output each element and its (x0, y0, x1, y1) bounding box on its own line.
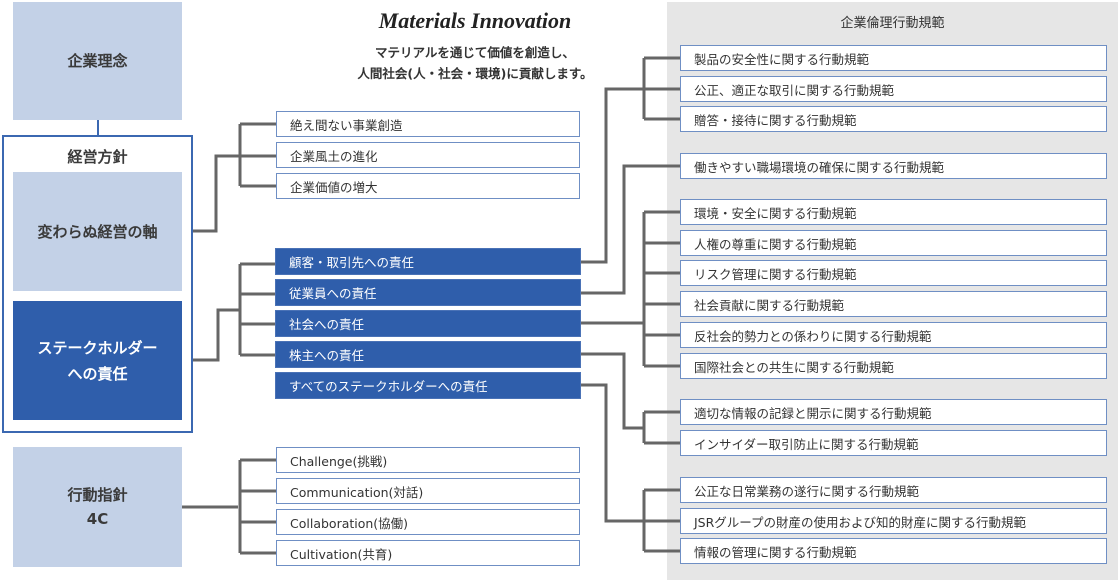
responsibility-shareholders: 株主への責任 (275, 341, 581, 368)
stakeholder-label-line1: ステークホルダー (37, 338, 158, 357)
action-guideline-box: 行動指針 4C (13, 447, 182, 567)
responsibility-society: 社会への責任 (275, 310, 581, 337)
conduct-item: 適切な情報の記録と開示に関する行動規範 (680, 399, 1107, 425)
conduct-item: 情報の管理に関する行動規範 (680, 538, 1107, 564)
conduct-item: 社会貢献に関する行動規範 (680, 291, 1107, 317)
action-guideline-line2: 4C (86, 510, 109, 528)
action-guideline-line1: 行動指針 (67, 486, 128, 504)
responsibility-customers: 顧客・取引先への責任 (275, 248, 581, 275)
conduct-item: リスク管理に関する行動規範 (680, 260, 1107, 286)
core-axis-item: 絶え間ない事業創造 (276, 111, 580, 137)
responsibility-all-stakeholders: すべてのステークホルダーへの責任 (275, 372, 581, 399)
four-c-item-collaboration: Collaboration(協働) (276, 509, 580, 535)
conduct-item: JSRグループの財産の使用および知的財産に関する行動規範 (680, 508, 1107, 534)
stakeholder-label-line2: への責任 (67, 364, 128, 383)
corporate-philosophy-box: 企業理念 (13, 2, 182, 120)
corporate-philosophy-label: 企業理念 (67, 52, 128, 70)
conduct-item: 公正、適正な取引に関する行動規範 (680, 76, 1107, 102)
four-c-item-communication: Communication(対話) (276, 478, 580, 504)
conduct-item: 反社会的勢力との係わりに関する行動規範 (680, 322, 1107, 348)
conduct-item: 国際社会との共生に関する行動規範 (680, 353, 1107, 379)
four-c-item-challenge: Challenge(挑戦) (276, 447, 580, 473)
conduct-item: 人権の尊重に関する行動規範 (680, 230, 1107, 256)
core-axis-item: 企業風土の進化 (276, 142, 580, 168)
conduct-item: 環境・安全に関する行動規範 (680, 199, 1107, 225)
core-axis-box: 変わらぬ経営の軸 (13, 172, 182, 291)
management-policy-title: 経営方針 (67, 148, 128, 166)
conduct-item: 働きやすい職場環境の確保に関する行動規範 (680, 153, 1107, 179)
conduct-item: 製品の安全性に関する行動規範 (680, 45, 1107, 71)
conduct-item: 贈答・接待に関する行動規範 (680, 106, 1107, 132)
conduct-item: 公正な日常業務の遂行に関する行動規範 (680, 477, 1107, 503)
core-axis-item: 企業価値の増大 (276, 173, 580, 199)
four-c-item-cultivation: Cultivation(共育) (276, 540, 580, 566)
conduct-item: インサイダー取引防止に関する行動規範 (680, 430, 1107, 456)
core-axis-label: 変わらぬ経営の軸 (37, 222, 158, 241)
responsibility-employees: 従業員への責任 (275, 279, 581, 306)
stakeholder-responsibility-box: ステークホルダー への責任 (13, 301, 182, 420)
